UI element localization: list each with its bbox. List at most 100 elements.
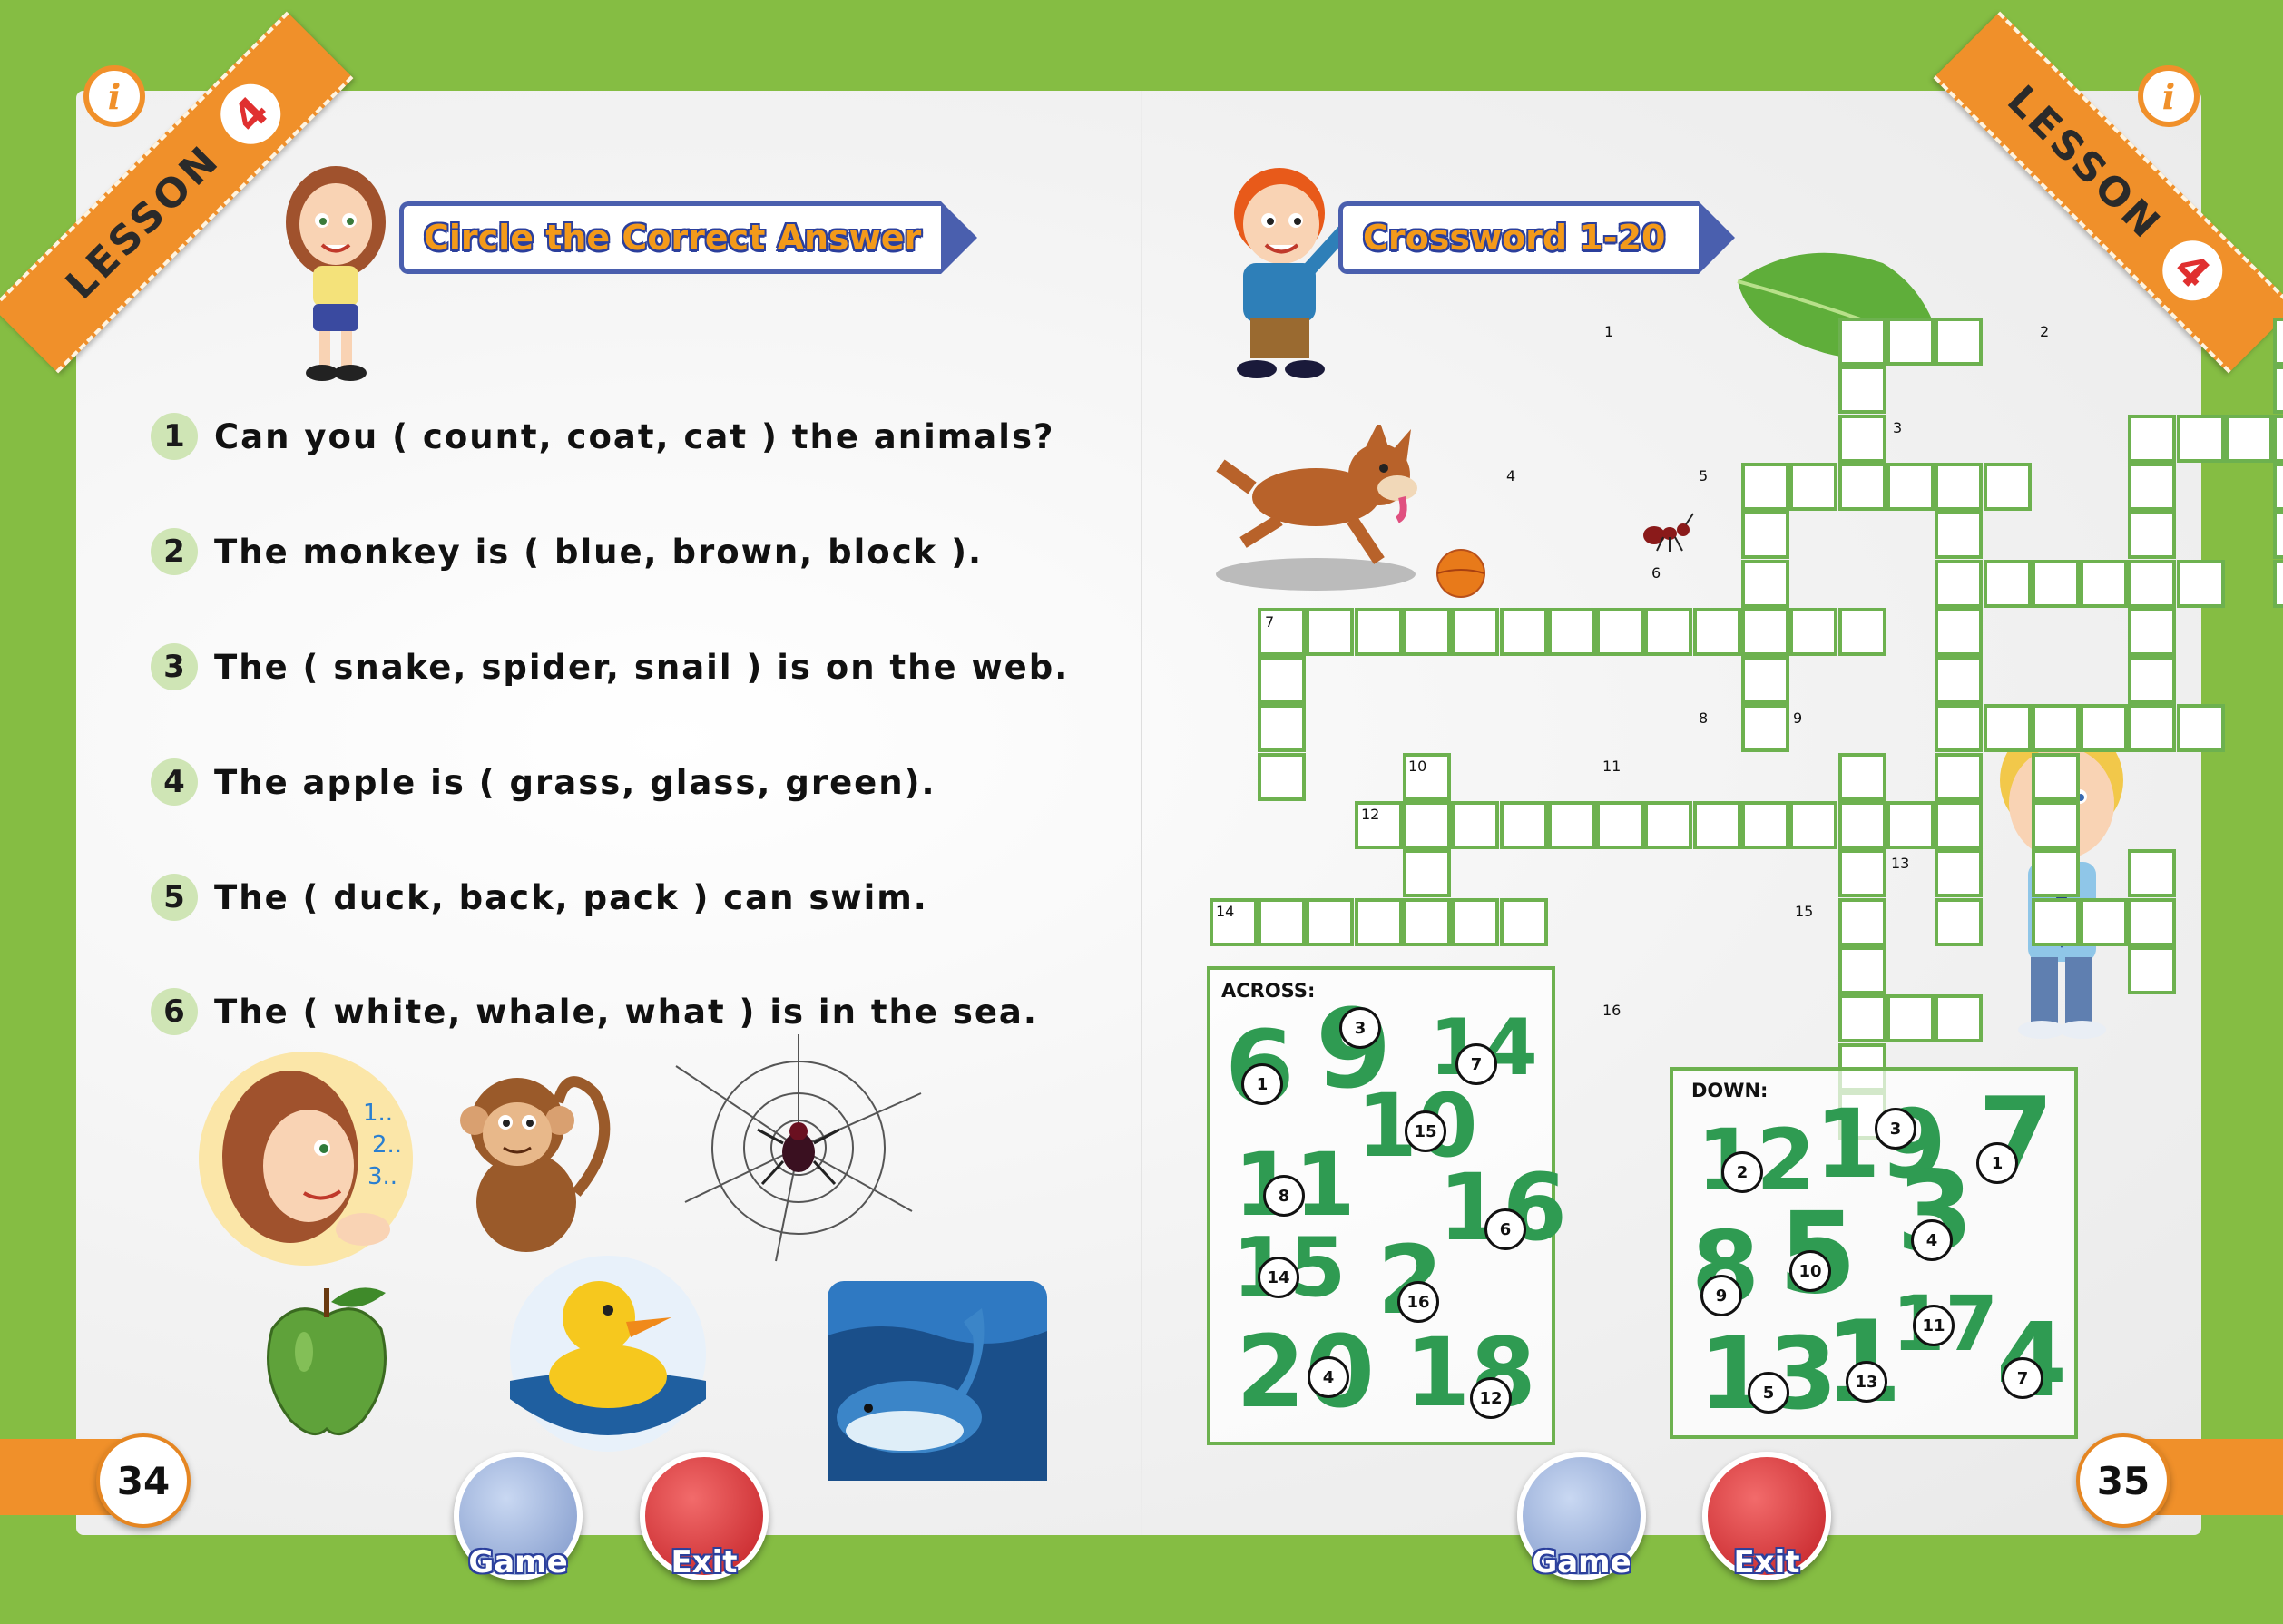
crossword-cell[interactable] (1789, 608, 1837, 656)
crossword-cell[interactable] (1403, 898, 1451, 946)
crossword-cell[interactable] (1935, 463, 1983, 511)
crossword-cell[interactable] (1838, 318, 1886, 366)
crossword-cell[interactable] (2177, 704, 2225, 752)
game-button[interactable]: Game (454, 1452, 583, 1580)
crossword-cell[interactable] (2032, 753, 2080, 801)
crossword-cell[interactable] (1935, 898, 1983, 946)
crossword-cell[interactable] (1838, 753, 1886, 801)
crossword-cell[interactable] (1451, 801, 1499, 849)
crossword-cell[interactable] (2128, 463, 2176, 511)
crossword-cell[interactable] (2128, 704, 2176, 752)
crossword-cell[interactable] (2080, 560, 2128, 608)
crossword-cell[interactable] (1258, 704, 1306, 752)
crossword-cell[interactable] (2032, 898, 2080, 946)
crossword-cell[interactable] (1935, 318, 1983, 366)
crossword-cell[interactable] (1548, 608, 1596, 656)
crossword-cell[interactable] (1789, 801, 1837, 849)
crossword-cell[interactable] (2177, 415, 2225, 463)
crossword-cell[interactable] (1838, 463, 1886, 511)
crossword-cell[interactable] (1789, 463, 1837, 511)
crossword-cell[interactable] (1838, 849, 1886, 897)
crossword-cell[interactable] (1451, 898, 1499, 946)
crossword-cell[interactable] (2128, 656, 2176, 704)
crossword-cell[interactable] (2080, 898, 2128, 946)
crossword-cell[interactable] (1838, 608, 1886, 656)
crossword-cell[interactable] (1886, 801, 1935, 849)
crossword-cell[interactable] (2032, 704, 2080, 752)
crossword-cell[interactable] (1741, 511, 1789, 559)
crossword-cell[interactable] (1886, 463, 1935, 511)
game-button[interactable]: Game (1517, 1452, 1646, 1580)
crossword-cell[interactable] (1644, 801, 1692, 849)
question-text[interactable]: The ( snake, spider, snail ) is on the w… (214, 648, 1069, 687)
crossword-cell[interactable] (2177, 560, 2225, 608)
crossword-cell[interactable] (1258, 656, 1306, 704)
question-text[interactable]: The apple is ( grass, glass, green). (214, 763, 936, 802)
crossword-cell[interactable] (1886, 318, 1935, 366)
crossword-cell[interactable] (1306, 898, 1354, 946)
crossword-cell[interactable] (1935, 753, 1983, 801)
crossword-cell[interactable] (1306, 608, 1354, 656)
crossword-cell[interactable] (1548, 801, 1596, 849)
crossword-cell[interactable] (1838, 994, 1886, 1042)
crossword-cell[interactable] (1596, 801, 1644, 849)
crossword-cell[interactable] (2128, 560, 2176, 608)
crossword-cell[interactable] (1451, 608, 1499, 656)
crossword-cell[interactable] (2273, 366, 2283, 414)
crossword-cell[interactable] (1258, 898, 1306, 946)
crossword-cell[interactable] (1935, 656, 1983, 704)
crossword-cell[interactable] (1935, 801, 1983, 849)
crossword-cell[interactable] (1403, 801, 1451, 849)
crossword-cell[interactable] (2128, 946, 2176, 994)
question-text[interactable]: The monkey is ( blue, brown, block ). (214, 533, 983, 572)
crossword-cell[interactable] (1935, 849, 1983, 897)
crossword-cell[interactable] (1741, 560, 1789, 608)
crossword-cell[interactable] (1984, 463, 2032, 511)
crossword-cell[interactable] (2225, 415, 2273, 463)
crossword-cell[interactable] (1355, 898, 1403, 946)
exit-button[interactable]: Exit (640, 1452, 769, 1580)
crossword-cell[interactable] (2273, 463, 2283, 511)
crossword-cell[interactable] (1984, 704, 2032, 752)
crossword-cell[interactable] (1355, 608, 1403, 656)
crossword-cell[interactable] (1403, 849, 1451, 897)
exit-button[interactable]: Exit (1702, 1452, 1831, 1580)
crossword-cell[interactable] (1741, 801, 1789, 849)
crossword-cell[interactable] (1500, 801, 1548, 849)
crossword-cell[interactable] (1935, 511, 1983, 559)
crossword-cell[interactable] (1693, 608, 1741, 656)
crossword-cell[interactable] (2080, 704, 2128, 752)
crossword-cell[interactable] (2128, 511, 2176, 559)
crossword-cell[interactable] (2273, 318, 2283, 366)
info-bulb-icon[interactable]: i (83, 65, 145, 127)
crossword-cell[interactable] (1886, 994, 1935, 1042)
crossword-cell[interactable] (2273, 511, 2283, 559)
info-bulb-icon[interactable]: i (2138, 65, 2200, 127)
crossword-cell[interactable] (1500, 898, 1548, 946)
crossword-cell[interactable] (2128, 415, 2176, 463)
crossword-cell[interactable] (2032, 849, 2080, 897)
crossword-cell[interactable] (2273, 560, 2283, 608)
crossword-cell[interactable] (1935, 994, 1983, 1042)
crossword-cell[interactable] (1838, 946, 1886, 994)
crossword-cell[interactable] (2128, 849, 2176, 897)
crossword-cell[interactable] (1935, 608, 1983, 656)
crossword-cell[interactable] (2128, 608, 2176, 656)
crossword-cell[interactable] (1741, 463, 1789, 511)
crossword-cell[interactable] (1741, 608, 1789, 656)
crossword-cell[interactable] (1838, 366, 1886, 414)
crossword-cell[interactable] (1838, 415, 1886, 463)
crossword-cell[interactable] (2128, 898, 2176, 946)
crossword-cell[interactable] (1935, 704, 1983, 752)
crossword-cell[interactable] (1693, 801, 1741, 849)
crossword-cell[interactable] (1500, 608, 1548, 656)
crossword-cell[interactable] (1741, 656, 1789, 704)
crossword-cell[interactable] (1741, 704, 1789, 752)
crossword-cell[interactable] (2273, 415, 2283, 463)
question-text[interactable]: Can you ( count, coat, cat ) the animals… (214, 417, 1054, 456)
crossword-cell[interactable] (1596, 608, 1644, 656)
crossword-cell[interactable] (1838, 801, 1886, 849)
crossword-cell[interactable] (1644, 608, 1692, 656)
question-text[interactable]: The ( white, whale, what ) is in the sea… (214, 993, 1038, 1032)
crossword-cell[interactable] (1984, 560, 2032, 608)
